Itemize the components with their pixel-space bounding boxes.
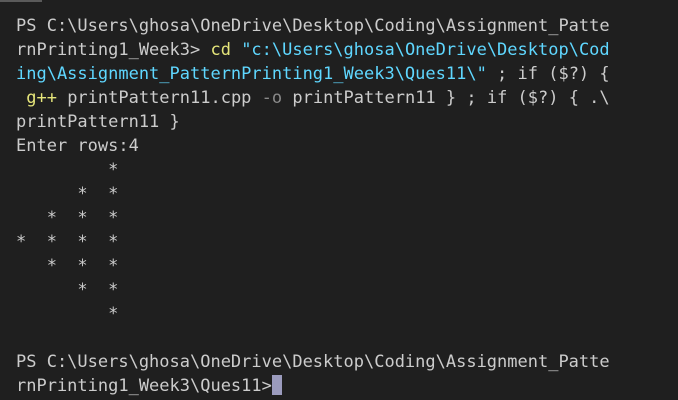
terminal-text: Enter rows:4 — [16, 136, 139, 156]
terminal-line: * * — [16, 278, 678, 302]
terminal-text: ; if ($?) { — [486, 64, 610, 84]
terminal-text: * * * — [16, 256, 119, 276]
terminal-line: * — [16, 302, 678, 326]
terminal-text: "c:\Users\ghosa\OneDrive\Desktop\Cod — [241, 40, 610, 60]
terminal-line: printPattern11 } — [16, 110, 678, 134]
terminal-line: * * * — [16, 206, 678, 230]
terminal-window[interactable]: PS C:\Users\ghosa\OneDrive\Desktop\Codin… — [0, 0, 678, 400]
terminal-text: printPattern11.cpp — [67, 88, 262, 108]
terminal-line: rnPrinting1_Week3> cd "c:\Users\ghosa\On… — [16, 38, 678, 62]
terminal-text: cd — [210, 40, 242, 60]
terminal-text: PS C:\Users\ghosa\OneDrive\Desktop\Codin… — [16, 352, 610, 372]
terminal-line: * * * — [16, 254, 678, 278]
terminal-text: PS C:\Users\ghosa\OneDrive\Desktop\Codin… — [16, 16, 610, 36]
terminal-text: printPattern11 } — [16, 112, 180, 132]
terminal-output[interactable]: PS C:\Users\ghosa\OneDrive\Desktop\Codin… — [16, 14, 678, 398]
terminal-text: * — [16, 160, 119, 180]
terminal-text: g++ — [16, 88, 68, 108]
terminal-line: * * — [16, 182, 678, 206]
terminal-line: * * * * — [16, 230, 678, 254]
terminal-text: rnPrinting1_Week3\Ques11> — [16, 376, 272, 396]
text-cursor — [271, 375, 282, 395]
terminal-line: rnPrinting1_Week3\Ques11> — [16, 374, 678, 398]
top-divider — [0, 0, 42, 2]
terminal-line: Enter rows:4 — [16, 134, 678, 158]
terminal-text: printPattern11 } ; if ($?) { .\ — [292, 88, 610, 108]
terminal-line: * — [16, 158, 678, 182]
terminal-line: g++ printPattern11.cpp -o printPattern11… — [16, 86, 678, 110]
terminal-text: * * — [16, 184, 119, 204]
terminal-line: PS C:\Users\ghosa\OneDrive\Desktop\Codin… — [16, 350, 678, 374]
terminal-text: ing\Assignment_PatternPrinting1_Week3\Qu… — [16, 64, 487, 84]
terminal-text: * * * — [16, 208, 119, 228]
terminal-text: * — [16, 304, 119, 324]
terminal-text: -o — [261, 88, 293, 108]
terminal-line: ing\Assignment_PatternPrinting1_Week3\Qu… — [16, 62, 678, 86]
terminal-text: rnPrinting1_Week3> — [16, 40, 211, 60]
terminal-text: * * — [16, 280, 119, 300]
terminal-line: PS C:\Users\ghosa\OneDrive\Desktop\Codin… — [16, 14, 678, 38]
terminal-text: * * * * — [16, 232, 119, 252]
